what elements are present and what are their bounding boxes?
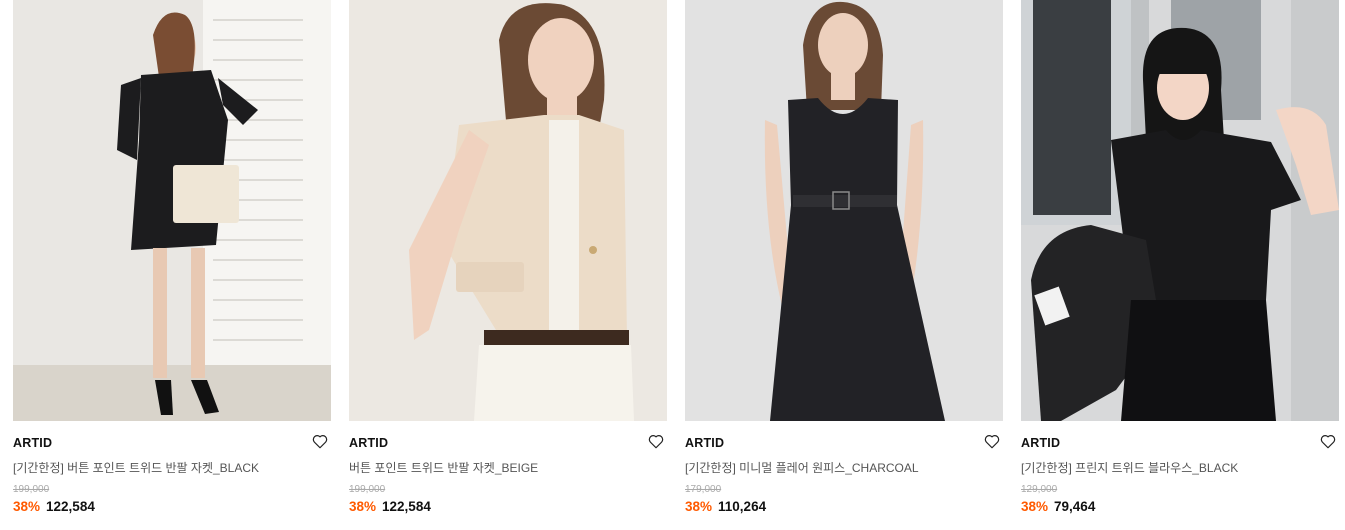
sale-price: 122,584 xyxy=(46,499,95,514)
sale-price: 110,264 xyxy=(718,499,767,514)
product-card[interactable]: ARTID [기간한정] 버튼 포인트 트위드 반팔 자켓_BLACK 199,… xyxy=(13,0,331,530)
heart-outline-icon[interactable] xyxy=(983,432,1001,450)
product-card[interactable]: ARTID [기간한정] 프린지 트위드 블라우스_BLACK 129,000 … xyxy=(1021,0,1339,530)
price-line: 38% 79,464 xyxy=(1021,499,1095,514)
original-price: 199,000 xyxy=(13,484,50,495)
original-price: 179,000 xyxy=(685,484,722,495)
discount-rate: 38% xyxy=(685,499,713,514)
heart-outline-icon[interactable] xyxy=(311,432,329,450)
brand-name[interactable]: ARTID xyxy=(1021,436,1060,450)
heart-outline-icon[interactable] xyxy=(647,432,665,450)
discount-rate: 38% xyxy=(13,499,41,514)
product-image[interactable] xyxy=(13,0,331,421)
heart-outline-icon[interactable] xyxy=(1319,432,1337,450)
product-image[interactable] xyxy=(1021,0,1339,421)
brand-name[interactable]: ARTID xyxy=(349,436,388,450)
product-image[interactable] xyxy=(685,0,1003,421)
brand-name[interactable]: ARTID xyxy=(13,436,52,450)
product-card[interactable]: ARTID [기간한정] 미니멀 플레어 원피스_CHARCOAL 179,00… xyxy=(685,0,1003,530)
discount-rate: 38% xyxy=(1021,499,1049,514)
price-line: 38% 122,584 xyxy=(13,499,95,514)
sale-price: 79,464 xyxy=(1054,499,1096,514)
price-line: 38% 122,584 xyxy=(349,499,431,514)
sale-price: 122,584 xyxy=(382,499,431,514)
product-name[interactable]: [기간한정] 프린지 트위드 블라우스_BLACK xyxy=(1021,459,1321,476)
product-name[interactable]: [기간한정] 미니멀 플레어 원피스_CHARCOAL xyxy=(685,459,985,476)
product-card[interactable]: ARTID 버튼 포인트 트위드 반팔 자켓_BEIGE 199,000 38%… xyxy=(349,0,667,530)
brand-name[interactable]: ARTID xyxy=(685,436,724,450)
original-price: 199,000 xyxy=(349,484,386,495)
product-name[interactable]: 버튼 포인트 트위드 반팔 자켓_BEIGE xyxy=(349,459,649,476)
price-line: 38% 110,264 xyxy=(685,499,766,514)
product-image[interactable] xyxy=(349,0,667,421)
product-grid: ARTID [기간한정] 버튼 포인트 트위드 반팔 자켓_BLACK 199,… xyxy=(13,0,1339,530)
original-price: 129,000 xyxy=(1021,484,1058,495)
product-name[interactable]: [기간한정] 버튼 포인트 트위드 반팔 자켓_BLACK xyxy=(13,459,313,476)
discount-rate: 38% xyxy=(349,499,377,514)
